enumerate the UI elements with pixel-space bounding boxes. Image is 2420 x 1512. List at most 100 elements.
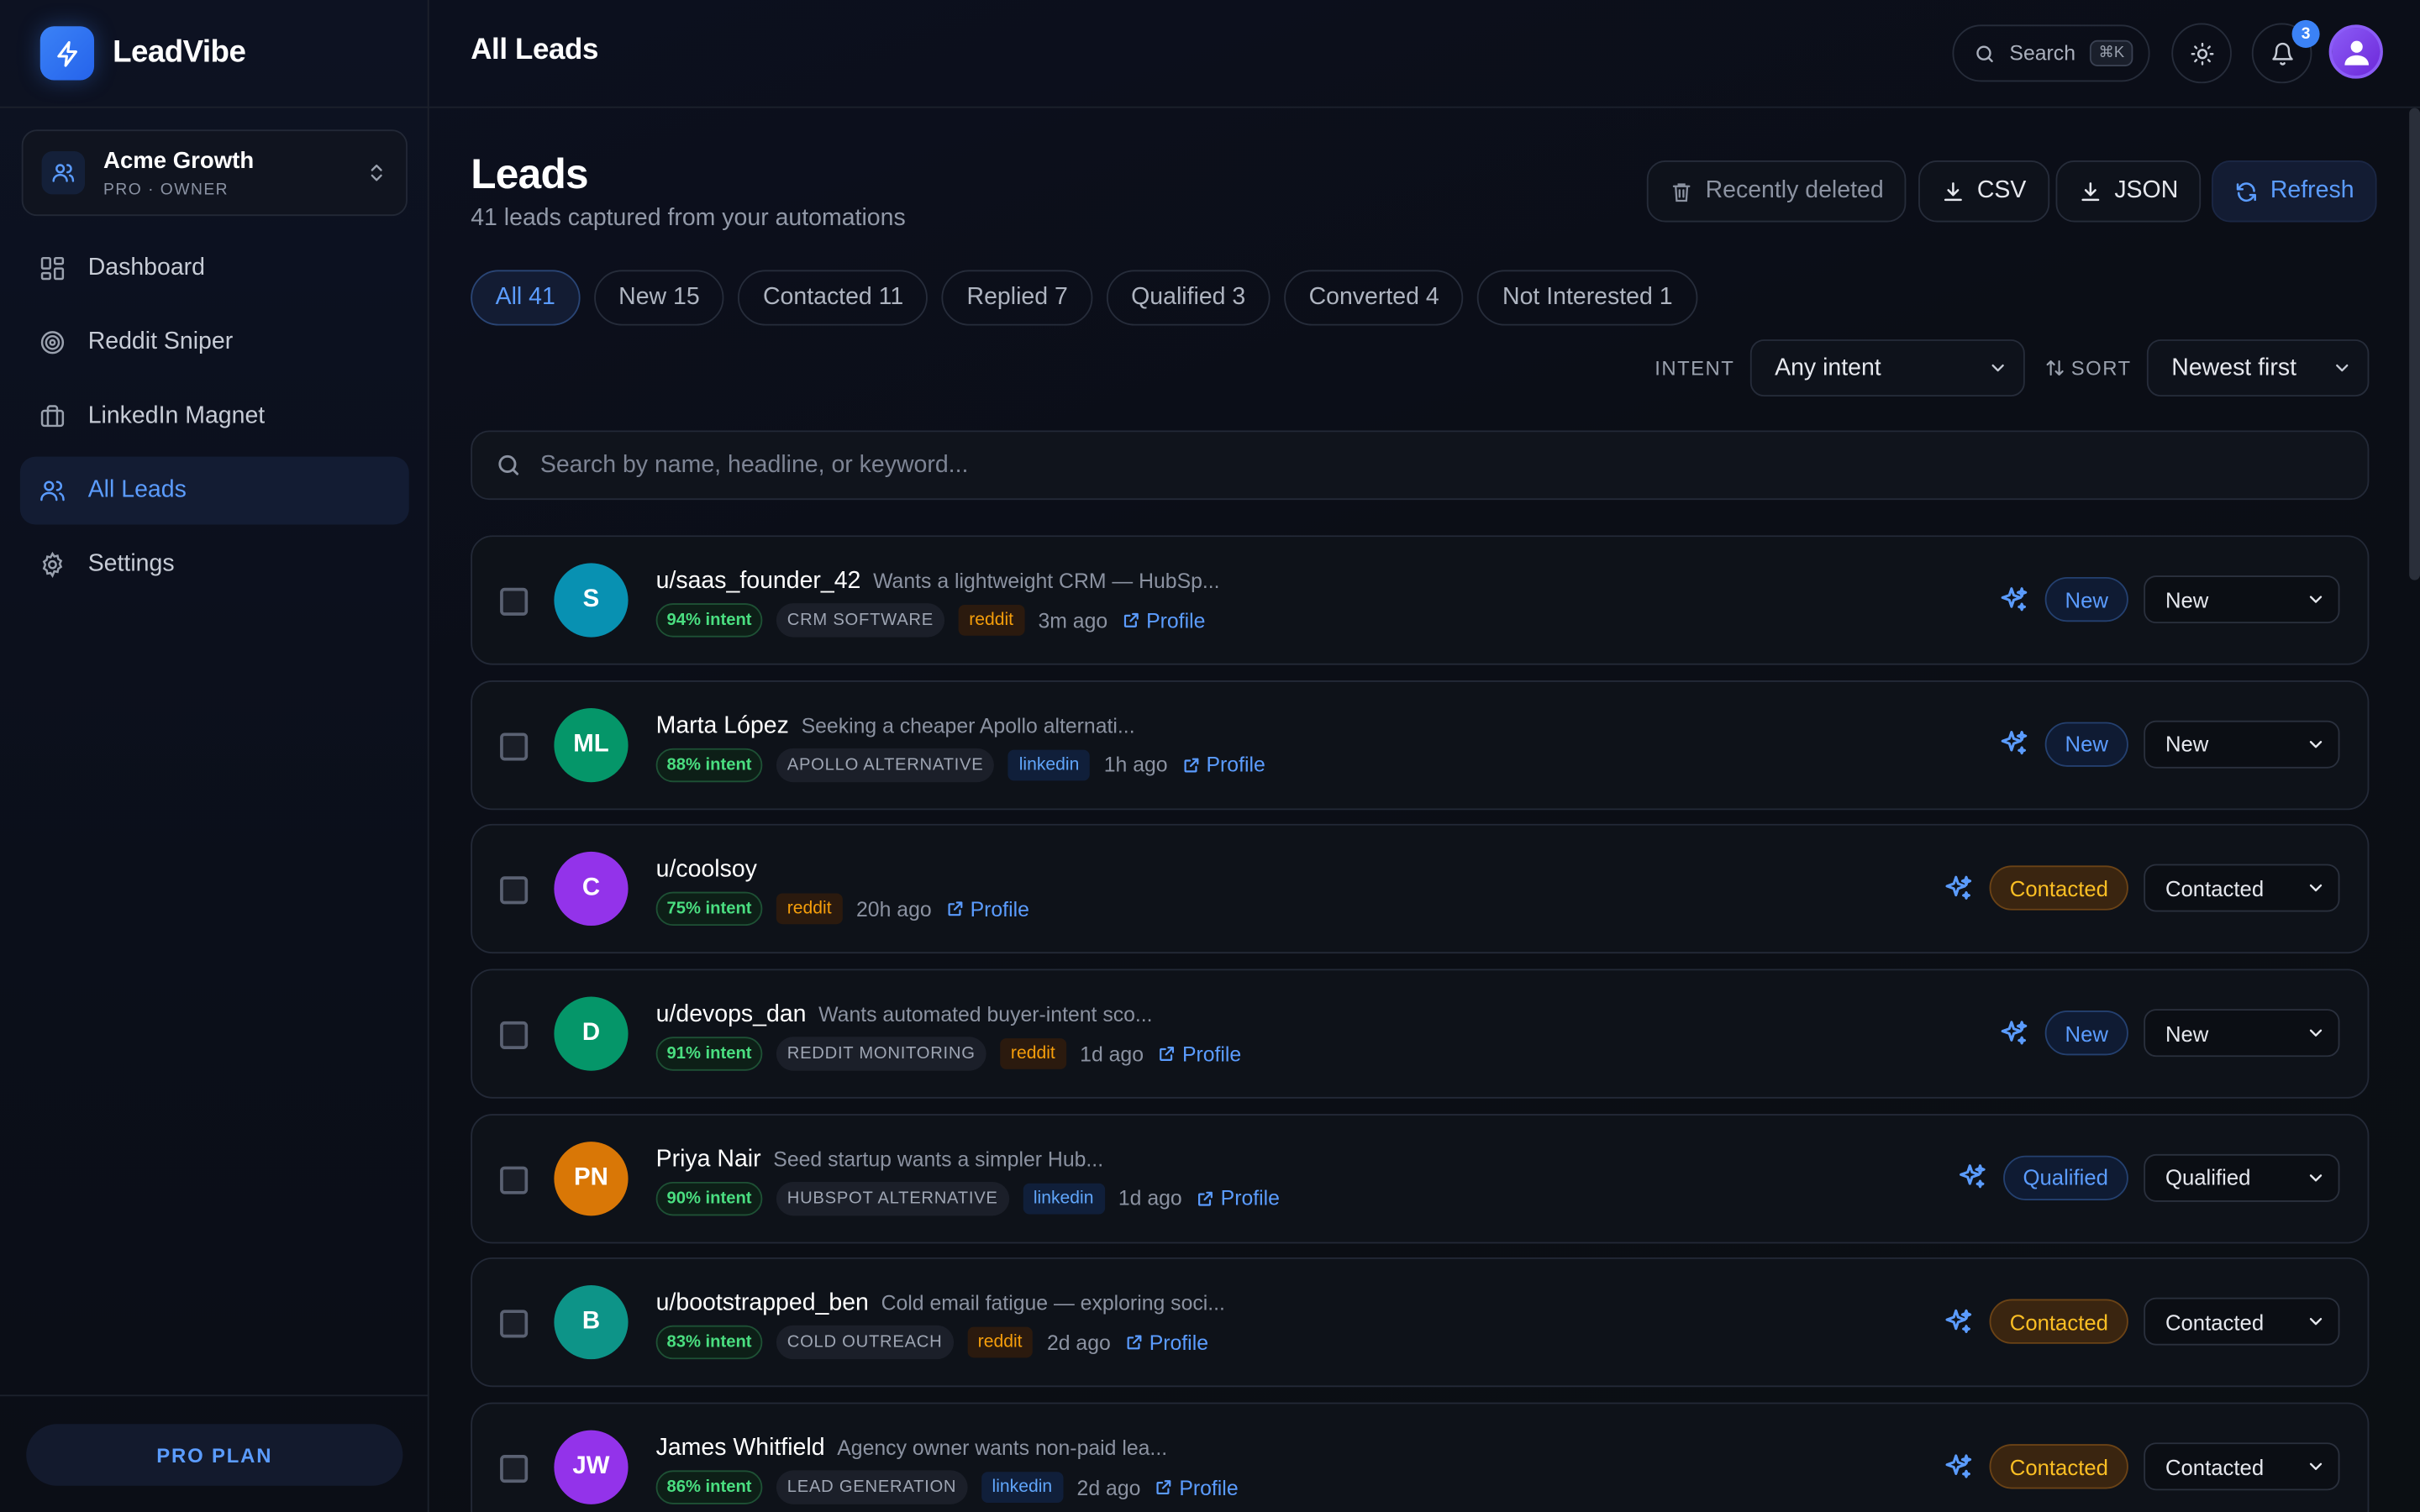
avatar-initials: PN xyxy=(574,1164,608,1191)
status-select-value: Contacted xyxy=(2165,876,2265,901)
tab-not-interested[interactable]: Not Interested 1 xyxy=(1477,270,1697,326)
status-select[interactable]: Qualified xyxy=(2144,1153,2340,1202)
theme-toggle-button[interactable] xyxy=(2171,23,2232,84)
profile-link[interactable]: Profile xyxy=(1124,1331,1208,1355)
sidebar-item-settings[interactable]: Settings xyxy=(20,531,409,599)
lead-row[interactable]: S u/saas_founder_42 Wants a lightweight … xyxy=(471,535,2370,665)
sort-select-value: Newest first xyxy=(2171,354,2297,381)
intent-select[interactable]: Any intent xyxy=(1749,339,2025,397)
keyword-tag: LEAD GENERATION xyxy=(776,1470,968,1505)
lead-row[interactable]: ML Marta López Seeking a cheaper Apollo … xyxy=(471,680,2370,810)
sidebar-item-all-leads[interactable]: All Leads xyxy=(19,456,409,525)
lead-title-line: u/bootstrapped_ben Cold email fatigue — … xyxy=(656,1290,1225,1318)
keyword-tag: HUBSPOT ALTERNATIVE xyxy=(776,1181,1009,1215)
lead-row[interactable]: PN Priya Nair Seed startup wants a simpl… xyxy=(471,1113,2370,1243)
tab-qualified[interactable]: Qualified 3 xyxy=(1106,270,1270,326)
lead-row[interactable]: C u/coolsoy 75% intent reddit 20h ago Pr… xyxy=(471,824,2370,954)
sort-select[interactable]: Newest first xyxy=(2146,339,2370,397)
lead-name[interactable]: u/coolsoy xyxy=(656,857,757,885)
tab-new[interactable]: New 15 xyxy=(593,270,725,326)
recently-deleted-button[interactable]: Recently deleted xyxy=(1646,160,1907,223)
lead-search-input[interactable] xyxy=(539,451,1929,480)
status-select[interactable]: New xyxy=(2144,575,2340,624)
tab-converted[interactable]: Converted 4 xyxy=(1284,270,1465,326)
sidebar-item-dashboard[interactable]: Dashboard xyxy=(20,234,409,302)
lead-select-checkbox[interactable] xyxy=(500,1166,529,1194)
lead-meta-line: 91% intent REDDIT MONITORING reddit 1d a… xyxy=(655,1037,1241,1071)
tab-replied[interactable]: Replied 7 xyxy=(942,270,1093,326)
lead-name[interactable]: Priya Nair xyxy=(656,1146,761,1173)
lead-row[interactable]: JW James Whitfield Agency owner wants no… xyxy=(471,1402,2370,1512)
grid-icon xyxy=(39,255,66,282)
lead-actions: Contacted Contacted xyxy=(1944,864,2340,913)
lead-title-line: Marta López Seeking a cheaper Apollo alt… xyxy=(656,712,1135,740)
profile-link-label: Profile xyxy=(1149,1331,1208,1355)
profile-link[interactable]: Profile xyxy=(1155,1476,1239,1499)
intent-score-badge: 75% intent xyxy=(655,892,763,927)
status-select[interactable]: Contacted xyxy=(2144,864,2340,913)
export-csv-button[interactable]: CSV xyxy=(1918,160,2049,223)
ai-sparkle-icon[interactable] xyxy=(1956,1163,1987,1194)
profile-link[interactable]: Profile xyxy=(1158,1042,1241,1065)
gear-icon xyxy=(39,551,66,579)
profile-link[interactable]: Profile xyxy=(1181,753,1265,776)
pro-plan-button[interactable]: PRO PLAN xyxy=(26,1424,403,1486)
lead-timestamp: 1d ago xyxy=(1118,1186,1182,1210)
lead-meta-line: 75% intent reddit 20h ago Profile xyxy=(655,892,1029,927)
tab-contacted[interactable]: Contacted 11 xyxy=(738,270,929,326)
lead-select-checkbox[interactable] xyxy=(500,876,529,906)
avatar-initials: B xyxy=(581,1309,601,1336)
export-json-button[interactable]: JSON xyxy=(2055,160,2202,223)
notifications-button[interactable]: 3 xyxy=(2251,19,2320,84)
ai-sparkle-icon[interactable] xyxy=(1999,728,2030,759)
ai-sparkle-icon[interactable] xyxy=(1999,584,2030,615)
status-badge: New xyxy=(2044,1011,2128,1056)
lead-avatar: PN xyxy=(554,1141,629,1215)
lead-select-checkbox[interactable] xyxy=(500,1310,529,1339)
sidebar-item-linkedin-magnet[interactable]: LinkedIn Magnet xyxy=(20,383,409,451)
global-search-button[interactable]: Search ⌘K xyxy=(1952,24,2150,82)
ai-sparkle-icon[interactable] xyxy=(1944,1307,1975,1338)
profile-link[interactable]: Profile xyxy=(1122,609,1205,632)
lead-list: S u/saas_founder_42 Wants a lightweight … xyxy=(471,535,2370,1512)
chevron-down-icon xyxy=(2332,358,2352,378)
sidebar-item-reddit-sniper[interactable]: Reddit Sniper xyxy=(20,308,409,376)
lead-actions: New New xyxy=(1999,720,2340,769)
tab-all[interactable]: All 41 xyxy=(471,270,581,326)
chevron-down-icon xyxy=(2306,879,2326,899)
lead-select-checkbox[interactable] xyxy=(500,1021,529,1050)
refresh-icon xyxy=(2235,180,2259,203)
intent-score-badge: 83% intent xyxy=(655,1326,763,1360)
status-select[interactable]: New xyxy=(2144,720,2340,769)
workspace-switcher[interactable]: Acme Growth PRO · OWNER xyxy=(21,129,408,217)
lead-name[interactable]: u/bootstrapped_ben xyxy=(656,1290,869,1318)
status-select-value: Contacted xyxy=(2165,1454,2265,1479)
refresh-button[interactable]: Refresh xyxy=(2212,160,2378,223)
status-select[interactable]: Contacted xyxy=(2144,1298,2340,1347)
intent-score-badge: 86% intent xyxy=(655,1470,763,1505)
lead-row[interactable]: B u/bootstrapped_ben Cold email fatigue … xyxy=(471,1257,2370,1389)
ai-sparkle-icon[interactable] xyxy=(1999,1017,2030,1048)
status-select[interactable]: New xyxy=(2144,1009,2340,1058)
lead-timestamp: 1d ago xyxy=(1080,1042,1144,1066)
lead-name[interactable]: Marta López xyxy=(656,712,789,740)
lead-name[interactable]: u/devops_dan xyxy=(656,1001,807,1029)
lead-actions: Contacted Contacted xyxy=(1944,1298,2340,1347)
lead-select-checkbox[interactable] xyxy=(500,732,529,760)
lead-name[interactable]: u/saas_founder_42 xyxy=(656,568,861,596)
scrollbar-thumb[interactable] xyxy=(2409,108,2420,580)
lead-avatar: B xyxy=(554,1285,629,1360)
lead-select-checkbox[interactable] xyxy=(500,587,529,616)
lead-select-checkbox[interactable] xyxy=(500,1455,529,1483)
status-select[interactable]: Contacted xyxy=(2144,1442,2340,1491)
lead-row[interactable]: D u/devops_dan Wants automated buyer-int… xyxy=(471,969,2370,1099)
profile-link[interactable]: Profile xyxy=(1196,1187,1280,1210)
trash-icon xyxy=(1670,180,1693,203)
profile-link[interactable]: Profile xyxy=(945,898,1029,921)
intent-select-value: Any intent xyxy=(1775,354,1881,381)
lead-avatar: C xyxy=(554,852,629,927)
ai-sparkle-icon[interactable] xyxy=(1944,1452,1975,1483)
ai-sparkle-icon[interactable] xyxy=(1944,873,1975,904)
lead-name[interactable]: James Whitfield xyxy=(656,1435,825,1462)
user-avatar[interactable] xyxy=(2328,24,2383,79)
